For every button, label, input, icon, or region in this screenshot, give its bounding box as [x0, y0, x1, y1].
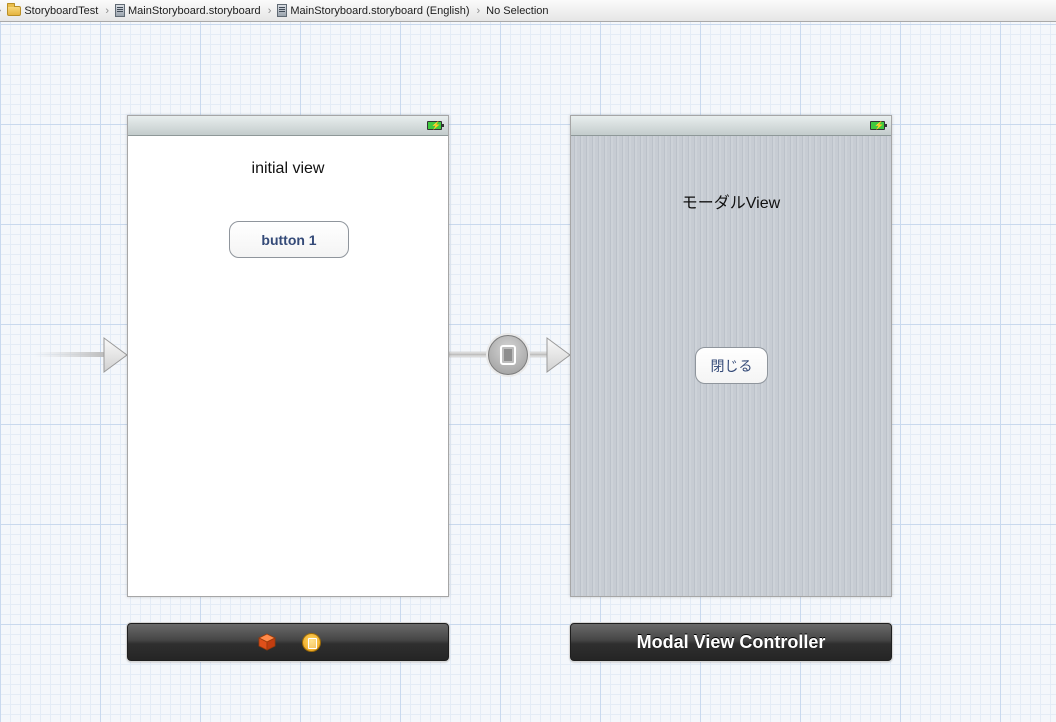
modal-view-label[interactable]: モーダルView: [571, 189, 891, 213]
status-bar: ⚡: [571, 116, 891, 136]
close-button[interactable]: 閉じる: [695, 347, 768, 384]
modal-view-scene[interactable]: ⚡ モーダルView 閉じる: [570, 115, 892, 597]
initial-view-scene[interactable]: ⚡ initial view button 1: [127, 115, 449, 597]
battery-icon: ⚡: [870, 121, 887, 130]
button-1[interactable]: button 1: [229, 221, 349, 258]
scene-title: Modal View Controller: [636, 631, 826, 652]
modal-scene-dock[interactable]: Modal View Controller: [570, 623, 892, 661]
battery-icon: ⚡: [427, 121, 444, 130]
modal-segue-icon[interactable]: [488, 335, 528, 375]
initial-view-label[interactable]: initial view: [128, 160, 448, 178]
initial-scene-dock[interactable]: [127, 623, 449, 661]
view-controller-icon[interactable]: [302, 633, 321, 652]
initial-scene-arrow: [34, 337, 128, 373]
first-responder-cube-icon[interactable]: [258, 633, 276, 651]
status-bar: ⚡: [128, 116, 448, 136]
